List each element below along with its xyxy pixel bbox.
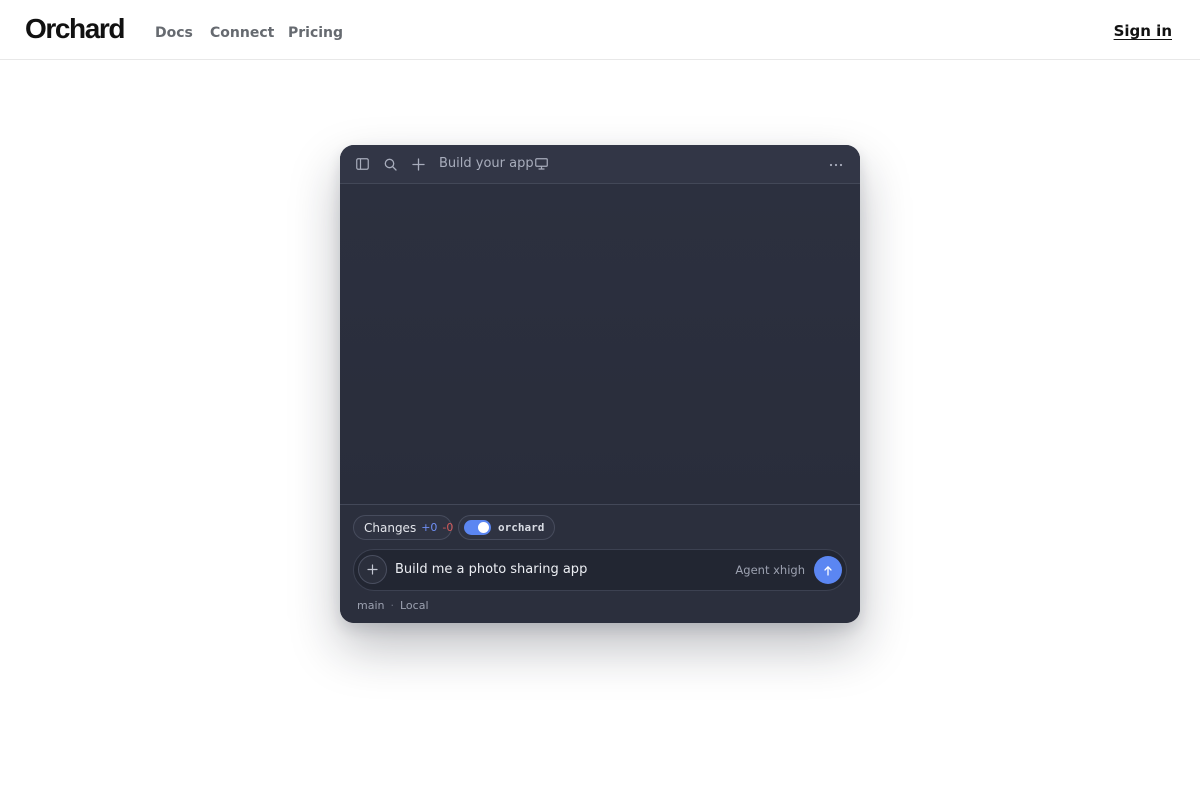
sidebar-toggle-icon[interactable] <box>355 157 369 171</box>
arrow-up-icon <box>824 565 832 576</box>
monitor-icon[interactable] <box>534 157 548 171</box>
changes-badge[interactable]: Changes +0 -0 <box>353 515 454 540</box>
branch-label[interactable]: main <box>357 599 384 613</box>
toggle-knob <box>478 522 489 533</box>
more-horizontal-icon[interactable] <box>828 157 844 171</box>
changes-label: Changes <box>364 520 417 535</box>
composer-footer: main · Local <box>357 599 429 613</box>
nav-link-pricing[interactable]: Pricing <box>288 24 343 42</box>
footer-separator: · <box>390 599 394 612</box>
sign-in-link[interactable]: Sign in <box>1114 22 1172 40</box>
nav-link-docs[interactable]: Docs <box>155 24 193 42</box>
plus-icon[interactable] <box>411 157 425 171</box>
agent-selector[interactable]: Agent xhigh <box>735 563 805 577</box>
top-nav: Orchard Docs Connect Pricing Sign in <box>0 0 1200 60</box>
repo-toggle-switch[interactable] <box>464 520 491 535</box>
app-preview-area <box>340 184 860 504</box>
nav-link-connect[interactable]: Connect <box>210 24 274 42</box>
app-title: Build your app <box>439 156 534 171</box>
attach-button[interactable] <box>358 555 387 584</box>
changes-added-count: +0 <box>421 521 438 534</box>
prompt-input-bar: Agent xhigh <box>353 549 847 591</box>
plus-icon <box>367 564 378 575</box>
search-icon[interactable] <box>383 157 397 171</box>
app-window: Build your app Changes +0 -0 orchard Bui… <box>340 145 860 623</box>
app-titlebar: Build your app <box>340 145 860 184</box>
changes-removed-count: -0 <box>442 521 454 534</box>
prompt-input[interactable] <box>395 562 715 578</box>
location-label[interactable]: Local <box>400 599 429 613</box>
composer-panel: Changes +0 -0 orchard Agent xhigh <box>340 504 860 623</box>
repo-toggle-pill[interactable]: orchard <box>458 515 555 540</box>
send-button[interactable] <box>814 556 842 584</box>
repo-name: orchard <box>498 521 545 534</box>
brand-logo[interactable]: Orchard <box>25 12 126 46</box>
